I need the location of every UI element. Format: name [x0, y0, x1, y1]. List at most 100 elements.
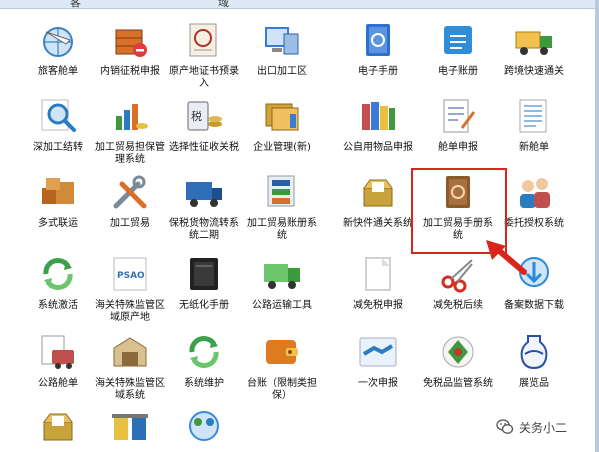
app-tile-dianzi-zhangce[interactable]: 电子账册 — [422, 18, 494, 78]
app-tile-jiagong-zhangce[interactable]: 加工贸易账册系统 — [246, 170, 318, 242]
tag-icon — [436, 330, 480, 374]
app-tile-row7-a[interactable] — [22, 404, 94, 452]
app-tile-weituo-shouquan[interactable]: 委托授权系统 — [498, 170, 570, 230]
database-icon — [260, 170, 304, 214]
people-icon — [512, 170, 556, 214]
app-tile-label: 深加工结转 — [33, 142, 83, 153]
app-tile-label: 加工贸易担保管理系统 — [95, 142, 165, 165]
app-tile-label: 选择性征收关税 — [169, 142, 239, 153]
svg-text:PSAO: PSAO — [117, 271, 145, 281]
box-minus-icon — [108, 18, 152, 62]
app-tile-mianshuipin[interactable]: 免税品监管系统 — [422, 330, 494, 390]
app-tile-haiguan-teshu-chandi[interactable]: PSAO 海关特殊监管区域原产地 — [94, 252, 166, 324]
app-tile-label: 备案数据下载 — [504, 300, 564, 311]
tools-icon — [108, 170, 152, 214]
app-tile-xitong-jihuo[interactable]: 系统激活 — [22, 252, 94, 312]
tax-calculator-icon: 税 — [182, 94, 226, 138]
app-tile-label: 电子手册 — [358, 66, 398, 77]
handshake-icon — [356, 330, 400, 374]
app-tile-label: 公路运输工具 — [252, 300, 312, 311]
app-tile-haiguan-teshu-xitong[interactable]: 海关特殊监管区域系统 — [94, 330, 166, 402]
warehouse-icon — [108, 330, 152, 374]
app-tile-label: 跨境快速通关 — [504, 66, 564, 77]
chart-coins-icon — [108, 94, 152, 138]
app-tile-label: 企业管理(新) — [253, 142, 311, 153]
folders-icon — [260, 94, 304, 138]
globe-plane-icon — [36, 18, 80, 62]
app-tile-yuanchandi-zhengshu[interactable]: 原产地证书预录入 — [168, 18, 240, 90]
clipboard-bus-icon — [36, 330, 80, 374]
document-pen-icon — [436, 94, 480, 138]
app-tile-label: 舱单申报 — [438, 142, 478, 153]
app-tile-label: 委托授权系统 — [504, 218, 564, 229]
app-tile-shenjiagong-jiezhuan[interactable]: 深加工结转 — [22, 94, 94, 154]
app-tile-row7-b[interactable] — [94, 404, 166, 452]
app-tile-jianmian-shenbao[interactable]: 减免税申报 — [342, 252, 414, 312]
app-tile-label: 新快件通关系统 — [343, 218, 413, 229]
cargo-boxes-icon — [36, 170, 80, 214]
app-tile-gonglu-yunshu[interactable]: 公路运输工具 — [246, 252, 318, 312]
recycle-bins-icon — [108, 404, 152, 448]
app-tile-label: 出口加工区 — [257, 66, 307, 77]
app-tile-juanzangpin[interactable]: 展览品 — [498, 330, 570, 390]
watermark: 关务小二 — [496, 418, 567, 436]
black-card-icon — [182, 252, 226, 296]
open-box-icon — [356, 170, 400, 214]
app-tile-taizhang[interactable]: 台账（限制类担保） — [246, 330, 318, 402]
app-tile-label: 原产地证书预录入 — [169, 66, 239, 89]
orange-wallet-icon — [260, 330, 304, 374]
app-tile-label: 加工贸易 — [110, 218, 150, 229]
app-tile-gonglu-cangdan[interactable]: 公路舱单 — [22, 330, 94, 390]
app-tile-label: 公自用物品申报 — [343, 142, 413, 153]
app-tile-xitong-weihu[interactable]: 系统维护 — [168, 330, 240, 390]
green-refresh-icon — [36, 252, 80, 296]
green-arrows-icon — [182, 330, 226, 374]
app-tile-row7-c[interactable] — [168, 404, 240, 452]
app-tile-label: 台账（限制类担保） — [247, 378, 317, 401]
app-tile-xin-cangdan[interactable]: 新舱单 — [498, 94, 570, 154]
app-tile-cangdan-shenbao[interactable]: 舱单申报 — [422, 94, 494, 154]
app-tile-neixiao-zhengshui[interactable]: 内销征税申报 — [94, 18, 166, 78]
app-tile-label: 海关特殊监管区域系统 — [95, 378, 165, 401]
app-tile-label: 电子账册 — [438, 66, 478, 77]
app-tile-duoshi-lianyun[interactable]: 多式联运 — [22, 170, 94, 230]
app-tile-label: 一次申报 — [358, 378, 398, 389]
app-tile-jiagong-danbao[interactable]: 加工贸易担保管理系统 — [94, 94, 166, 166]
app-tile-label: 新舱单 — [519, 142, 549, 153]
app-tile-gongzi-wupin[interactable]: 公自用物品申报 — [342, 94, 414, 154]
open-box-icon — [36, 404, 80, 448]
app-tile-yici-shenbao[interactable]: 一次申报 — [342, 330, 414, 390]
app-tile-chukou-jiagongqu[interactable]: 出口加工区 — [246, 18, 318, 78]
app-tile-wuzhihua-shouce[interactable]: 无纸化手册 — [168, 252, 240, 312]
app-tile-label: 保税货物流转系统二期 — [169, 218, 239, 241]
app-tile-label: 无纸化手册 — [179, 300, 229, 311]
white-page-icon — [356, 252, 400, 296]
app-tile-xinkuaijian-tongguan[interactable]: 新快件通关系统 — [342, 170, 414, 230]
books-icon — [356, 94, 400, 138]
app-tile-label: 展览品 — [519, 378, 549, 389]
app-tile-xuanze-zhengshui[interactable]: 税选择性征收关税 — [168, 94, 240, 154]
app-tile-dianzi-shouce[interactable]: 电子手册 — [342, 18, 414, 78]
app-tile-kuajing-kuaisu[interactable]: 跨境快速通关 — [498, 18, 570, 78]
app-tile-label: 系统维护 — [184, 378, 224, 389]
app-tile-label: 旅客舱单 — [38, 66, 78, 77]
wechat-icon — [496, 419, 514, 434]
vase-icon — [512, 330, 556, 374]
app-tile-qiye-guanli[interactable]: 企业管理(新) — [246, 94, 318, 154]
certificate-icon — [182, 18, 226, 62]
app-tile-baoshui-huowu[interactable]: 保税货物流转系统二期 — [168, 170, 240, 242]
computer-building-icon — [260, 18, 304, 62]
window-scrollbar[interactable] — [595, 0, 599, 452]
pointer-arrow-icon — [486, 240, 527, 275]
app-tile-label: 多式联运 — [38, 218, 78, 229]
blue-truck-icon — [182, 170, 226, 214]
svg-text:税: 税 — [191, 109, 202, 123]
app-tile-jiagong-maoyi[interactable]: 加工贸易 — [94, 170, 166, 230]
scissors-icon — [436, 252, 480, 296]
app-tile-label: 系统激活 — [38, 300, 78, 311]
app-tile-lvke-cangdan[interactable]: 旅客舱单 — [22, 18, 94, 78]
people-globe-icon — [182, 404, 226, 448]
list-document-icon — [512, 94, 556, 138]
app-tile-label: 海关特殊监管区域原产地 — [95, 300, 165, 323]
watermark-text: 关务小二 — [519, 420, 568, 435]
